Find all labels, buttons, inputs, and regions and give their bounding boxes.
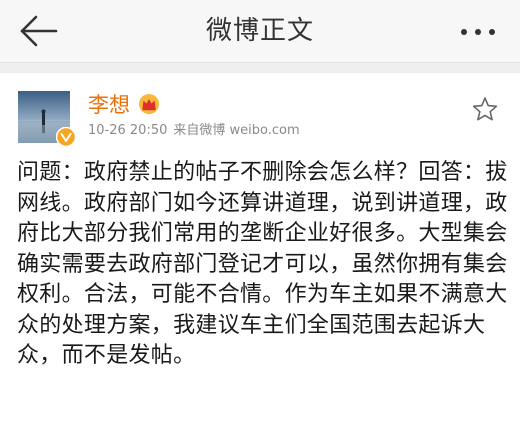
more-dots-icon[interactable]	[458, 24, 498, 40]
verified-v-icon	[56, 127, 76, 147]
avatar[interactable]	[18, 91, 76, 147]
page-title: 微博正文	[205, 16, 314, 46]
star-outline-icon[interactable]	[472, 96, 498, 122]
crown-icon	[139, 94, 159, 114]
post-source: 来自微博 weibo.com	[173, 123, 300, 138]
top-navigation-bar: 微博正文	[0, 0, 520, 63]
post-text: 问题：政府禁止的帖子不删除会怎么样？回答：拔网线。政府部门如今还算讲道理，说到讲…	[17, 160, 508, 368]
section-divider	[0, 63, 520, 73]
post-time: 10-26 20:50	[88, 123, 168, 138]
post-meta: 10-26 20:50 来自微博 weibo.com	[88, 122, 300, 140]
author-name[interactable]: 李想	[88, 92, 130, 118]
